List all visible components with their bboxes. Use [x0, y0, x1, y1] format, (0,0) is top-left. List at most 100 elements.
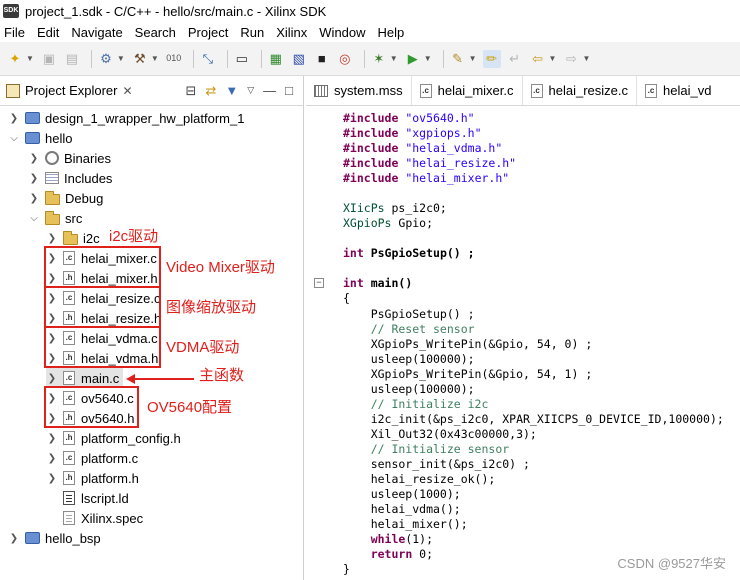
tab-label: helai_resize.c [548, 83, 629, 98]
annotation-box-resize [44, 286, 161, 328]
project-explorer-panel: Project Explorer ✕ ⊟ ⇄ ▼ ▽ — □ ❯ design_… [0, 76, 304, 580]
chevron-right-icon[interactable]: ❯ [28, 173, 40, 184]
menu-edit[interactable]: Edit [37, 25, 59, 40]
chevron-right-icon[interactable]: ❯ [46, 433, 58, 444]
chevron-down-icon[interactable]: ▼ [469, 54, 477, 63]
code-line: i2c_init(&ps_i2c0, XPAR_XIICPS_0_DEVICE_… [343, 412, 724, 426]
close-icon[interactable]: ✕ [122, 84, 132, 98]
save-icon[interactable]: ▣ [40, 50, 58, 68]
forward-icon[interactable]: ⇨ [562, 50, 580, 68]
chevron-down-icon[interactable]: ▼ [151, 54, 159, 63]
tree-item[interactable]: lscript.ld [63, 488, 129, 508]
code-comment: // Initialize i2c [343, 397, 489, 411]
tree-item[interactable]: ❯ .h platform_config.h [46, 428, 181, 448]
new-icon[interactable]: ✦ [6, 50, 24, 68]
code-line: XGpioPs Gpio; [343, 216, 434, 230]
arrow-left-icon [126, 374, 135, 384]
bug-icon[interactable]: ✶ [370, 50, 388, 68]
tree-item-label: hello_bsp [45, 530, 101, 546]
code-line: #include "helai_resize.h" [343, 156, 517, 170]
chevron-right-icon[interactable]: ❯ [46, 373, 58, 384]
chevron-down-icon[interactable]: ▼ [424, 54, 432, 63]
tree-item-selected[interactable]: ❯ .c main.c [46, 368, 124, 388]
menu-navigate[interactable]: Navigate [71, 25, 122, 40]
tab-label: system.mss [334, 83, 403, 98]
chevron-right-icon[interactable]: ❯ [8, 533, 20, 544]
tree-item-label: src [65, 210, 83, 226]
tree-item[interactable]: ❯ Debug [28, 188, 103, 208]
build-icon[interactable]: ⚒ [131, 50, 149, 68]
tab-helai-mixer[interactable]: .c helai_mixer.c [412, 76, 523, 105]
minimize-icon[interactable]: — [263, 83, 276, 98]
menu-search[interactable]: Search [135, 25, 176, 40]
chevron-right-icon[interactable]: ❯ [46, 473, 58, 484]
tab-helai-vdma[interactable]: .c helai_vd [637, 76, 719, 105]
tree-item[interactable]: ❯ Binaries [28, 148, 111, 168]
program-fpga-icon[interactable]: ▦ [267, 50, 285, 68]
tree-item[interactable]: ❯ i2c [46, 228, 100, 248]
filter-icon[interactable]: ▼ [225, 83, 238, 98]
chevron-down-icon[interactable]: ▼ [390, 54, 398, 63]
annotation-mixer: Video Mixer驱动 [166, 259, 275, 276]
highlight-icon[interactable]: ✏ [482, 49, 501, 68]
view-menu-icon[interactable]: ▽ [247, 85, 254, 96]
settings-icon[interactable]: ⚙ [97, 50, 115, 68]
tree-item[interactable]: ❯ .c platform.c [46, 448, 138, 468]
terminal-icon[interactable]: ▭ [233, 50, 251, 68]
collapse-all-icon[interactable]: ⊟ [186, 83, 197, 99]
annotation-vdma: VDMA驱动 [166, 339, 240, 356]
chevron-down-icon[interactable]: ⌵ [28, 213, 40, 224]
tab-helai-resize[interactable]: .c helai_resize.c [523, 76, 637, 105]
chevron-right-icon[interactable]: ❯ [46, 453, 58, 464]
chevron-right-icon[interactable]: ❯ [46, 233, 58, 244]
menu-file[interactable]: File [4, 25, 25, 40]
tree-item[interactable]: ❯ hello_bsp [8, 528, 101, 548]
run-icon[interactable]: ▶ [404, 50, 422, 68]
tool-icon[interactable]: ✎ [449, 50, 467, 68]
tab-system-mss[interactable]: system.mss [306, 76, 412, 105]
code-line: usleep(1000); [343, 487, 461, 501]
tree-item[interactable]: ⌵ src [28, 208, 82, 228]
chevron-down-icon[interactable]: ▼ [117, 54, 125, 63]
back-icon[interactable]: ⇦ [529, 50, 547, 68]
binary-icon[interactable]: 010 [165, 50, 183, 68]
code-line: helai_resize_ok(); [343, 472, 496, 486]
chevron-right-icon[interactable]: ❯ [8, 113, 20, 124]
link-editor-icon[interactable]: ⇄ [205, 83, 216, 99]
debug-icon[interactable]: ⤡ [199, 50, 217, 68]
tree-item[interactable]: ⌵ hello [8, 128, 72, 148]
launch-icon[interactable]: ■ [313, 50, 331, 68]
code-line: #include "ov5640.h" [343, 111, 475, 125]
chevron-down-icon[interactable]: ▼ [582, 54, 590, 63]
menu-window[interactable]: Window [319, 25, 365, 40]
code-line: { [343, 291, 350, 305]
save-all-icon[interactable]: ▤ [63, 50, 81, 68]
code-area[interactable]: #include "ov5640.h" #include "xgpiops.h"… [306, 106, 740, 580]
chevron-right-icon[interactable]: ❯ [28, 153, 40, 164]
tree-item[interactable]: Xilinx.spec [63, 508, 143, 528]
annotation-resize: 图像缩放驱动 [166, 299, 257, 316]
menu-project[interactable]: Project [188, 25, 228, 40]
maximize-icon[interactable]: □ [285, 83, 293, 98]
tree-item[interactable]: ❯ Includes [28, 168, 113, 188]
tree-item[interactable]: ❯ design_1_wrapper_hw_platform_1 [8, 108, 245, 128]
tab-project-explorer[interactable]: Project Explorer ✕ [6, 83, 133, 98]
network-icon[interactable]: ◎ [336, 50, 354, 68]
last-edit-icon[interactable]: ↵ [506, 50, 524, 68]
chevron-down-icon[interactable]: ▼ [549, 54, 557, 63]
tree-item[interactable]: ❯ .h platform.h [46, 468, 139, 488]
chevron-down-icon[interactable]: ⌵ [8, 133, 20, 144]
includes-icon [45, 172, 59, 184]
menu-run[interactable]: Run [240, 25, 264, 40]
menu-xilinx[interactable]: Xilinx [276, 25, 307, 40]
c-file-icon: .c [530, 83, 543, 98]
xsct-icon[interactable]: ▧ [290, 50, 308, 68]
chevron-right-icon[interactable]: ❯ [28, 193, 40, 204]
fold-toggle-icon[interactable]: − [314, 278, 324, 288]
annotation-main: 主函数 [199, 367, 245, 384]
linker-script-icon [63, 491, 75, 505]
menu-help[interactable]: Help [378, 25, 405, 40]
chevron-down-icon[interactable]: ▼ [26, 54, 34, 63]
toolbar-separator [90, 49, 92, 68]
code-line: int PsGpioSetup() ; [343, 246, 475, 260]
